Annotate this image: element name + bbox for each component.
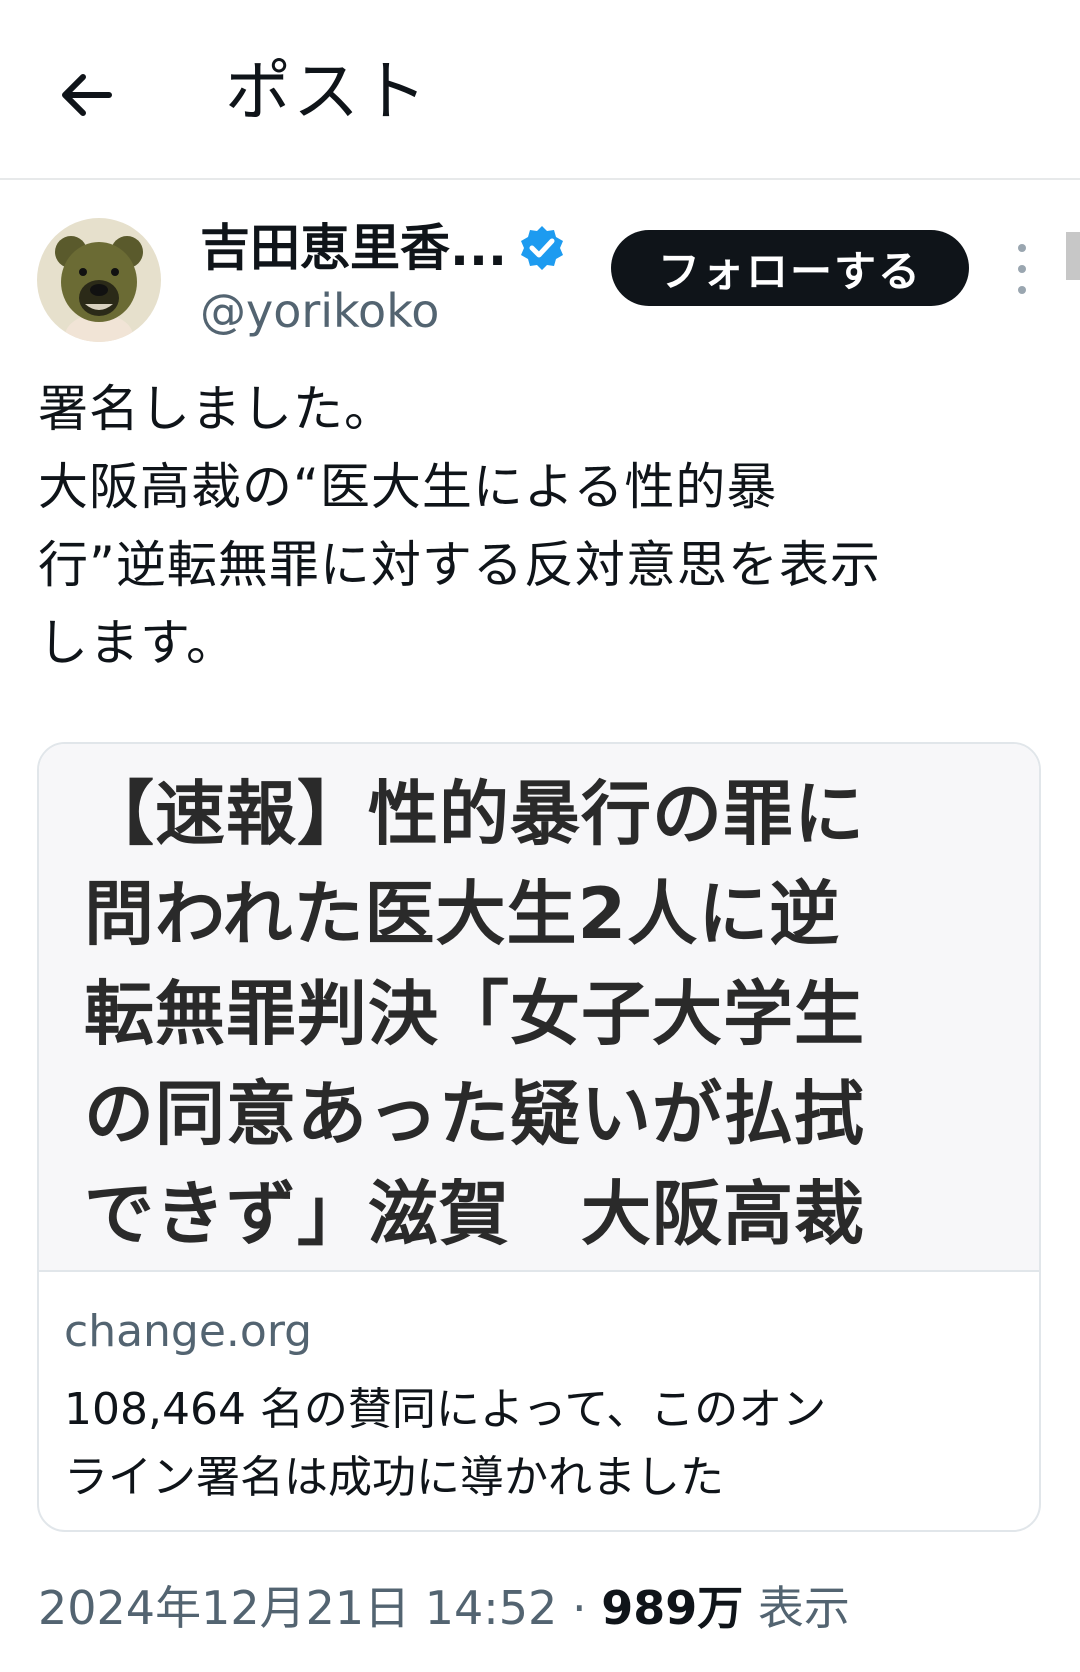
more-dot: [1018, 265, 1026, 273]
tweet-line: 署名しました。: [38, 380, 395, 438]
meta-separator: ·: [571, 1581, 587, 1635]
more-dot: [1018, 286, 1026, 294]
card-description: 108,464 名の賛同によって、このオン ライン署名は成功に導かれました: [64, 1376, 1014, 1512]
author-handle[interactable]: @yorikoko: [200, 283, 439, 339]
headline-line: 転無罪判決「女子大学生: [84, 973, 865, 1055]
card-description-line: 108,464 名の賛同によって、このオン: [64, 1384, 827, 1435]
card-image: 【速報】性的暴行の罪に 問われた医大生2人に逆 転無罪判決「女子大学生 の同意あ…: [39, 744, 1039, 1272]
tweet-line: 大阪高裁の“医大生による性的暴: [38, 458, 778, 516]
card-domain: change.org: [64, 1306, 313, 1357]
headline-line: 問われた医大生2人に逆: [84, 873, 841, 955]
headline-line: 【速報】性的暴行の罪に: [84, 773, 865, 855]
page-title: ポスト: [225, 53, 429, 130]
scrollbar[interactable]: [1066, 232, 1080, 280]
author-display-name[interactable]: 吉田恵里香...: [200, 218, 507, 278]
more-vertical-icon: [1018, 244, 1026, 252]
card-headline: 【速報】性的暴行の罪に 問われた医大生2人に逆 転無罪判決「女子大学生 の同意あ…: [84, 764, 1014, 1264]
bear-mask-avatar-image: [37, 218, 161, 342]
top-bar: ポスト: [0, 0, 1080, 180]
post-meta: 2024年12月21日 14:52 · 989万 表示: [38, 1573, 850, 1643]
tweet-line: 行”逆転無罪に対する反対意思を表示: [38, 536, 881, 594]
arrow-left-icon: [62, 74, 112, 116]
verified-badge-icon: [521, 226, 563, 270]
avatar[interactable]: [37, 218, 161, 342]
card-description-line: ライン署名は成功に導かれました: [64, 1452, 724, 1503]
headline-line: の同意あった疑いが払拭: [84, 1073, 865, 1155]
tweet-text: 署名しました。 大阪高裁の“医大生による性的暴 行”逆転無罪に対する反対意思を表…: [38, 370, 1048, 682]
views-label: 表示: [757, 1581, 850, 1635]
tweet-line: します。: [38, 614, 237, 672]
link-preview-card[interactable]: 【速報】性的暴行の罪に 問われた医大生2人に逆 転無罪判決「女子大学生 の同意あ…: [37, 742, 1041, 1532]
post-timestamp[interactable]: 2024年12月21日 14:52: [38, 1581, 557, 1635]
headline-line: できず」滋賀 大阪高裁: [84, 1173, 865, 1255]
more-options-button[interactable]: [1002, 244, 1042, 294]
follow-button[interactable]: フォローする: [611, 230, 969, 306]
views-count: 989万: [601, 1581, 744, 1635]
back-button[interactable]: [50, 60, 120, 130]
